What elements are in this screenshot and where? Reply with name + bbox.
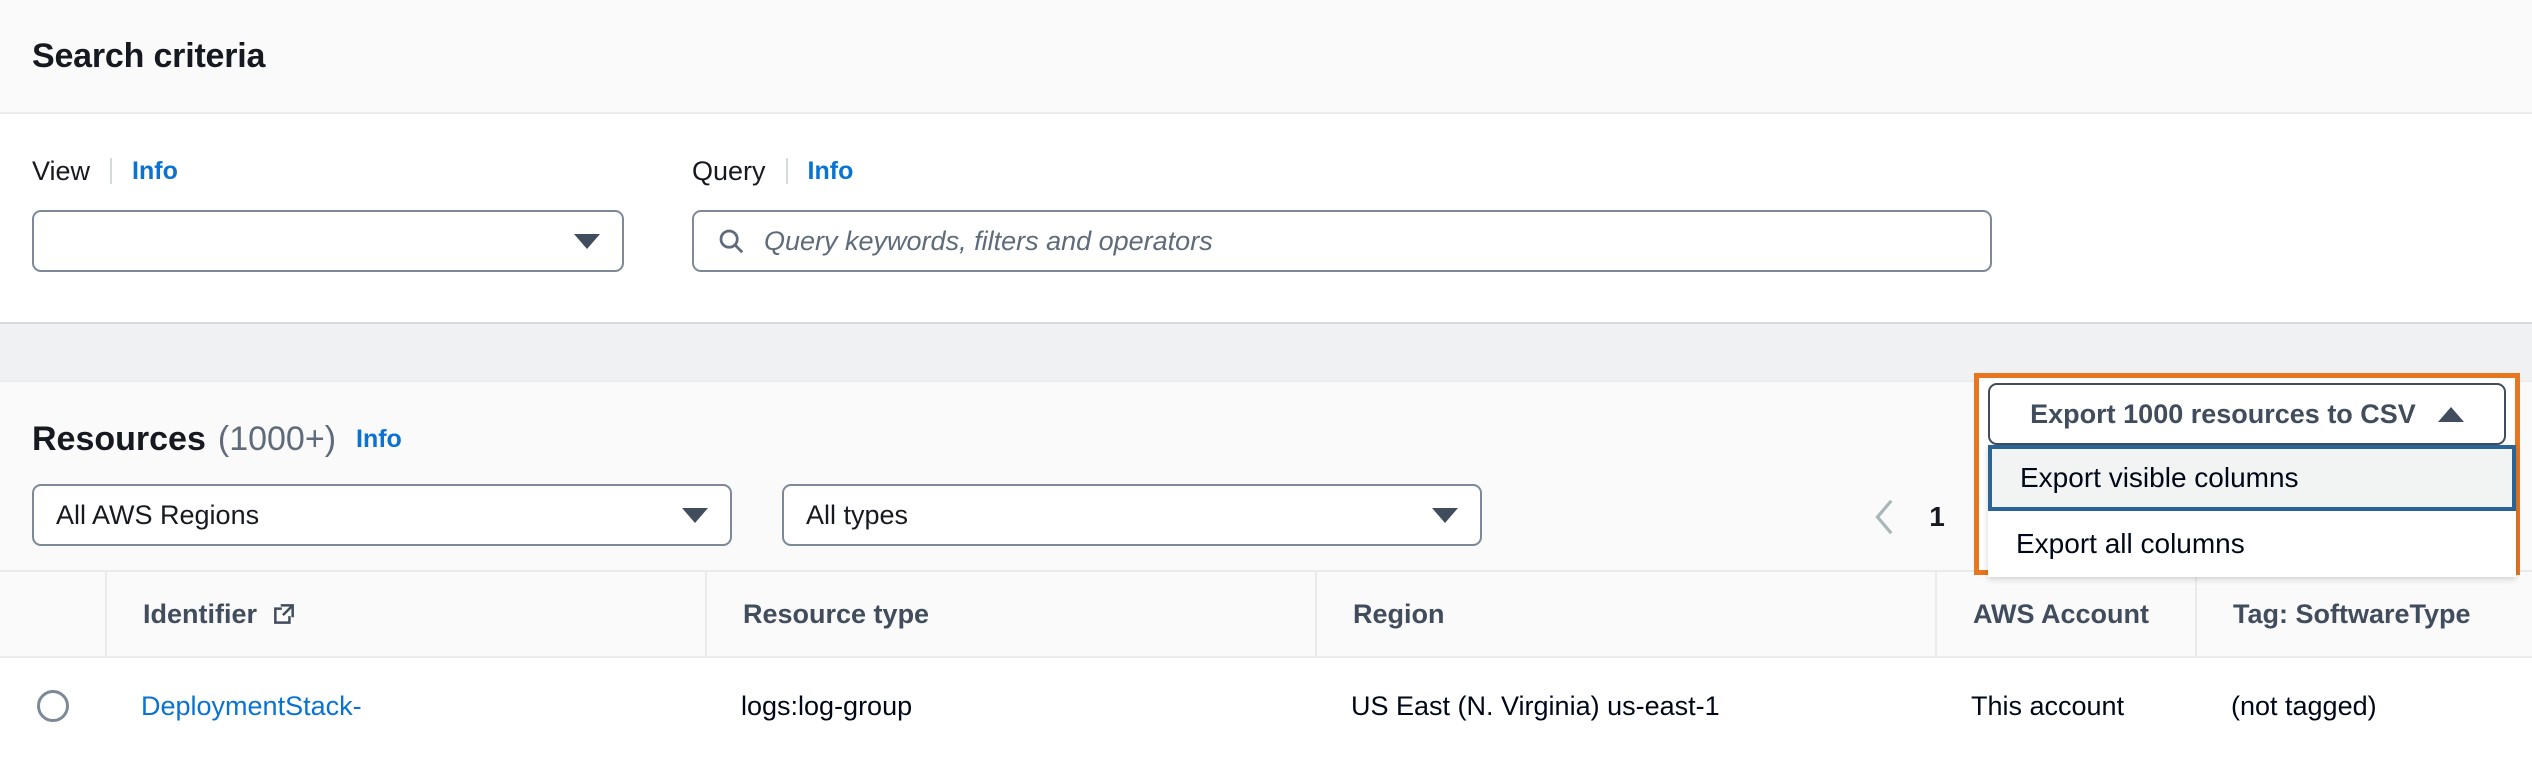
view-label: View — [32, 156, 90, 187]
resources-title: Resources — [32, 420, 206, 459]
row-select-cell — [0, 658, 105, 754]
query-label: Query — [692, 156, 766, 187]
page-number-1[interactable]: 1 — [1912, 490, 1962, 544]
export-dropdown-menu: Export visible columns Export all column… — [1988, 445, 2516, 577]
type-filter-select[interactable]: All types — [782, 484, 1482, 546]
cell-tag-softwaretype: (not tagged) — [2195, 658, 2525, 754]
column-header-resource-type: Resource type — [705, 570, 1315, 658]
table-row: DeploymentStack- logs:log-group US East … — [0, 658, 2532, 754]
menu-item-export-visible-columns-label: Export visible columns — [2020, 462, 2299, 494]
select-column-header — [0, 570, 105, 658]
view-label-line: View Info — [32, 154, 692, 188]
type-filter: All types — [782, 484, 1482, 546]
export-csv-button[interactable]: Export 1000 resources to CSV — [1988, 383, 2506, 445]
export-csv-button-label: Export 1000 resources to CSV — [2030, 399, 2416, 430]
query-label-line: Query Info — [692, 154, 2002, 188]
chevron-down-icon — [682, 508, 708, 523]
criteria-fields-row: View Info Query Info — [32, 154, 2500, 272]
region-filter-select[interactable]: All AWS Regions — [32, 484, 732, 546]
tag-editor-screen: Search criteria View Info Query I — [0, 0, 2532, 763]
menu-item-export-all-columns[interactable]: Export all columns — [1988, 511, 2516, 577]
query-info-link[interactable]: Info — [808, 157, 854, 186]
type-filter-value: All types — [806, 500, 908, 531]
query-field: Query Info Query keywords, filters and o… — [692, 154, 2002, 272]
chevron-left-icon[interactable] — [1858, 490, 1912, 544]
export-dropdown-highlight: Export 1000 resources to CSV Export visi… — [1974, 373, 2520, 575]
cell-resource-type: logs:log-group — [705, 658, 1315, 754]
query-search-box[interactable]: Query keywords, filters and operators — [692, 210, 1992, 272]
label-divider — [786, 158, 788, 184]
column-header-region: Region — [1315, 570, 1935, 658]
column-header-aws-account: AWS Account — [1935, 570, 2195, 658]
menu-item-export-visible-columns[interactable]: Export visible columns — [1988, 445, 2516, 511]
cell-region: US East (N. Virginia) us-east-1 — [1315, 658, 1935, 754]
chevron-down-icon — [574, 234, 600, 249]
chevron-down-icon — [1432, 508, 1458, 523]
view-select[interactable] — [32, 210, 624, 272]
region-filter-value: All AWS Regions — [56, 500, 259, 531]
identifier-link[interactable]: DeploymentStack- — [141, 691, 362, 722]
label-divider — [110, 158, 112, 184]
external-link-icon — [271, 601, 297, 627]
column-header-identifier-label: Identifier — [143, 599, 257, 630]
column-header-identifier: Identifier — [105, 570, 705, 658]
resources-count: (1000+) — [218, 420, 336, 459]
search-criteria-body: View Info Query Info — [0, 114, 2532, 324]
view-info-link[interactable]: Info — [132, 157, 178, 186]
column-header-tag-softwaretype: Tag: SoftwareType — [2195, 570, 2525, 658]
cell-identifier: DeploymentStack- — [105, 658, 705, 754]
search-icon — [716, 226, 746, 256]
resources-info-link[interactable]: Info — [356, 425, 402, 454]
row-radio-button[interactable] — [37, 690, 69, 722]
resources-table-header: Identifier Resource type Region AWS Acco… — [0, 570, 2532, 658]
cell-aws-account: This account — [1935, 658, 2195, 754]
page-title: Search criteria — [32, 37, 265, 76]
view-field: View Info — [32, 154, 692, 272]
region-filter: All AWS Regions — [32, 484, 732, 546]
query-input-placeholder: Query keywords, filters and operators — [764, 226, 1213, 257]
menu-item-export-all-columns-label: Export all columns — [2016, 528, 2245, 560]
chevron-up-icon — [2438, 407, 2464, 422]
search-criteria-header: Search criteria — [0, 0, 2532, 114]
